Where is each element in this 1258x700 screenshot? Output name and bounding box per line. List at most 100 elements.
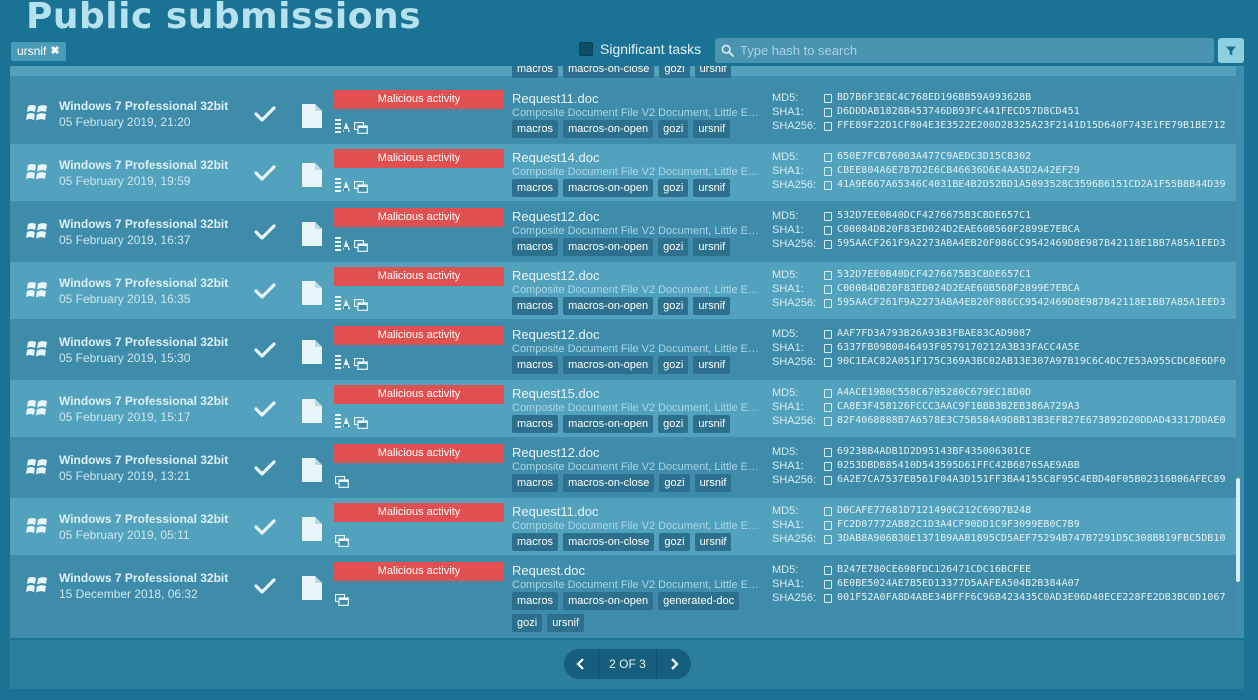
tag[interactable]: ursnif xyxy=(693,120,731,138)
table-row[interactable]: Windows 7 Professional 32bit 05 February … xyxy=(10,85,1236,142)
sha1-value[interactable]: FC2D07772AB82C1D3A4CF90DD1C9F3099EB0C7B9 xyxy=(837,518,1080,532)
copy-icon[interactable] xyxy=(824,225,832,235)
tag[interactable]: ursnif xyxy=(693,179,731,197)
tag[interactable]: macros xyxy=(512,356,559,374)
table-row[interactable]: Windows 7 Professional 32bit 15 December … xyxy=(10,557,1236,637)
tag[interactable]: ursnif xyxy=(547,614,585,632)
copy-icon[interactable] xyxy=(824,475,832,485)
tag[interactable]: gozi xyxy=(658,415,689,433)
significant-tasks-toggle[interactable]: Significant tasks xyxy=(579,41,701,57)
copy-icon[interactable] xyxy=(824,416,832,426)
copy-icon[interactable] xyxy=(824,593,832,603)
tag[interactable]: gozi xyxy=(659,474,690,492)
copy-icon[interactable] xyxy=(824,298,832,308)
filter-tag-ursnif[interactable]: ursnif ✖ xyxy=(11,42,66,61)
md5-value[interactable]: 650E7FCB76003A477C9AEDC3D15C8302 xyxy=(837,150,1031,164)
sha1-value[interactable]: C00084DB20F83ED024D2EAE60B560F2899E7EBCA xyxy=(837,223,1080,237)
md5-value[interactable]: 532D7EE0B40DCF4276675B3CBDE657C1 xyxy=(837,268,1031,282)
tag[interactable]: macros xyxy=(512,297,559,315)
tag[interactable]: macros-on-open xyxy=(563,179,654,197)
copy-icon[interactable] xyxy=(824,461,832,471)
sha1-value[interactable]: 6337FB09B0046493F0579170212A3B33FACC4A5E xyxy=(837,341,1080,355)
tag[interactable]: macros-on-open xyxy=(563,415,654,433)
tag[interactable]: ursnif xyxy=(694,474,732,492)
copy-icon[interactable] xyxy=(824,534,832,544)
tag[interactable]: ursnif xyxy=(693,297,731,315)
md5-value[interactable]: B247E780CE698FDC126471CDC16BCFEE xyxy=(837,563,1031,577)
copy-icon[interactable] xyxy=(824,565,832,575)
md5-value[interactable]: D0CAFE77681D7121490C212C69D7B248 xyxy=(837,504,1031,518)
copy-icon[interactable] xyxy=(824,520,832,530)
sha256-value[interactable]: 001F52A0FA8D4ABE34BFFF6C96B423435C0AD3E0… xyxy=(837,591,1226,605)
sha1-value[interactable]: D6DDDAB1828B453746DB93FC441FECD57D8CD451 xyxy=(837,105,1080,119)
tag[interactable]: macros-on-open xyxy=(563,238,654,256)
tag[interactable]: gozi xyxy=(512,614,543,632)
copy-icon[interactable] xyxy=(824,239,832,249)
copy-icon[interactable] xyxy=(824,506,832,516)
copy-icon[interactable] xyxy=(824,329,832,339)
sha1-value[interactable]: 6E0BE5024AE7B5ED13377D5AAFEA504B2B384A07 xyxy=(837,577,1080,591)
tag[interactable]: ursnif xyxy=(693,415,731,433)
close-icon[interactable]: ✖ xyxy=(50,42,59,61)
tag[interactable]: ursnif xyxy=(694,66,732,78)
copy-icon[interactable] xyxy=(824,180,832,190)
tag[interactable]: macros xyxy=(512,592,559,610)
file-name[interactable]: Request12.doc xyxy=(512,327,599,342)
copy-icon[interactable] xyxy=(824,447,832,457)
file-name[interactable]: Request12.doc xyxy=(512,445,599,460)
filter-button[interactable] xyxy=(1218,38,1244,63)
table-row[interactable]: Windows 7 Professional 32bit 05 February … xyxy=(10,262,1236,319)
copy-icon[interactable] xyxy=(824,284,832,294)
tag[interactable]: macros-on-open xyxy=(563,356,654,374)
tag[interactable]: gozi xyxy=(658,356,689,374)
copy-icon[interactable] xyxy=(824,343,832,353)
sha256-value[interactable]: 82F4068888B7A6578E3C75B5B4A9D8B13B3EFB27… xyxy=(837,414,1226,428)
tag[interactable]: macros-on-close xyxy=(563,66,655,78)
copy-icon[interactable] xyxy=(824,166,832,176)
tag[interactable]: macros xyxy=(512,533,559,551)
table-row[interactable]: Windows 7 Professional 32bit 05 February … xyxy=(10,498,1236,555)
tag[interactable]: macros xyxy=(512,238,559,256)
copy-icon[interactable] xyxy=(824,93,832,103)
search-box[interactable] xyxy=(715,38,1214,63)
file-name[interactable]: Request14.doc xyxy=(512,150,599,165)
md5-value[interactable]: 532D7EE0B40DCF4276675B3CBDE657C1 xyxy=(837,209,1031,223)
copy-icon[interactable] xyxy=(824,107,832,117)
tag[interactable]: macros xyxy=(512,474,559,492)
search-input[interactable] xyxy=(740,43,1200,58)
tag[interactable]: macros xyxy=(512,120,559,138)
table-row[interactable]: Windows 7 Professional 32bit 05 February … xyxy=(10,380,1236,437)
file-name[interactable]: Request11.doc xyxy=(512,91,599,106)
table-row[interactable]: Windows 7 Professional 32bit 05 February … xyxy=(10,321,1236,378)
tag[interactable]: macros-on-open xyxy=(563,592,654,610)
copy-icon[interactable] xyxy=(824,357,832,367)
tag[interactable]: ursnif xyxy=(694,533,732,551)
tag[interactable]: macros xyxy=(512,415,559,433)
sha256-value[interactable]: 595AACF261F9A2273ABA4EB20F086CC9542469D8… xyxy=(837,296,1226,310)
file-name[interactable]: Request.doc xyxy=(512,563,585,578)
copy-icon[interactable] xyxy=(824,579,832,589)
md5-value[interactable]: AAF7FD3A793B26A93B3FBAE83CAD9087 xyxy=(837,327,1031,341)
sha256-value[interactable]: FFE89F22D1CF804E3E3522E200D28325A23F2141… xyxy=(837,119,1226,133)
tag[interactable]: generated-doc xyxy=(658,592,740,610)
md5-value[interactable]: BD7B6F3E8C4C768ED196BB59A993628B xyxy=(837,91,1031,105)
sha1-value[interactable]: 0253DBDB85410D543595D61FFC42B68765AE9ABB xyxy=(837,459,1080,473)
scrollbar-thumb[interactable] xyxy=(1236,478,1240,582)
tag[interactable]: macros-on-open xyxy=(563,120,654,138)
sha256-value[interactable]: 41A9E667A65346C4031BE4B2D52BD1A5093528C3… xyxy=(837,178,1226,192)
copy-icon[interactable] xyxy=(824,152,832,162)
sha1-value[interactable]: CA8E3F458126FCCC3AAC9F1BBB3B2EB386A729A3 xyxy=(837,400,1080,414)
file-name[interactable]: Request12.doc xyxy=(512,209,599,224)
sha256-value[interactable]: 595AACF261F9A2273ABA4EB20F086CC9542469D8… xyxy=(837,237,1226,251)
table-row[interactable]: Windows 7 Professional 32bit 05 February … xyxy=(10,203,1236,260)
sha256-value[interactable]: 90C1EAC82A051F175C369A3BC02AB13E307A97B1… xyxy=(837,355,1226,369)
tag[interactable]: macros-on-close xyxy=(563,533,655,551)
table-row-partial[interactable]: macros macros-on-close gozi ursnif xyxy=(10,66,1236,78)
tag[interactable]: gozi xyxy=(658,238,689,256)
tag[interactable]: gozi xyxy=(658,179,689,197)
tag[interactable]: macros xyxy=(512,179,559,197)
tag[interactable]: gozi xyxy=(659,533,690,551)
significant-tasks-checkbox[interactable] xyxy=(579,42,593,56)
table-row[interactable]: Windows 7 Professional 32bit 05 February … xyxy=(10,144,1236,201)
sha1-value[interactable]: CBEE804A6E7B7D2E6CB46636D6E4AA5D2A42EF29 xyxy=(837,164,1080,178)
